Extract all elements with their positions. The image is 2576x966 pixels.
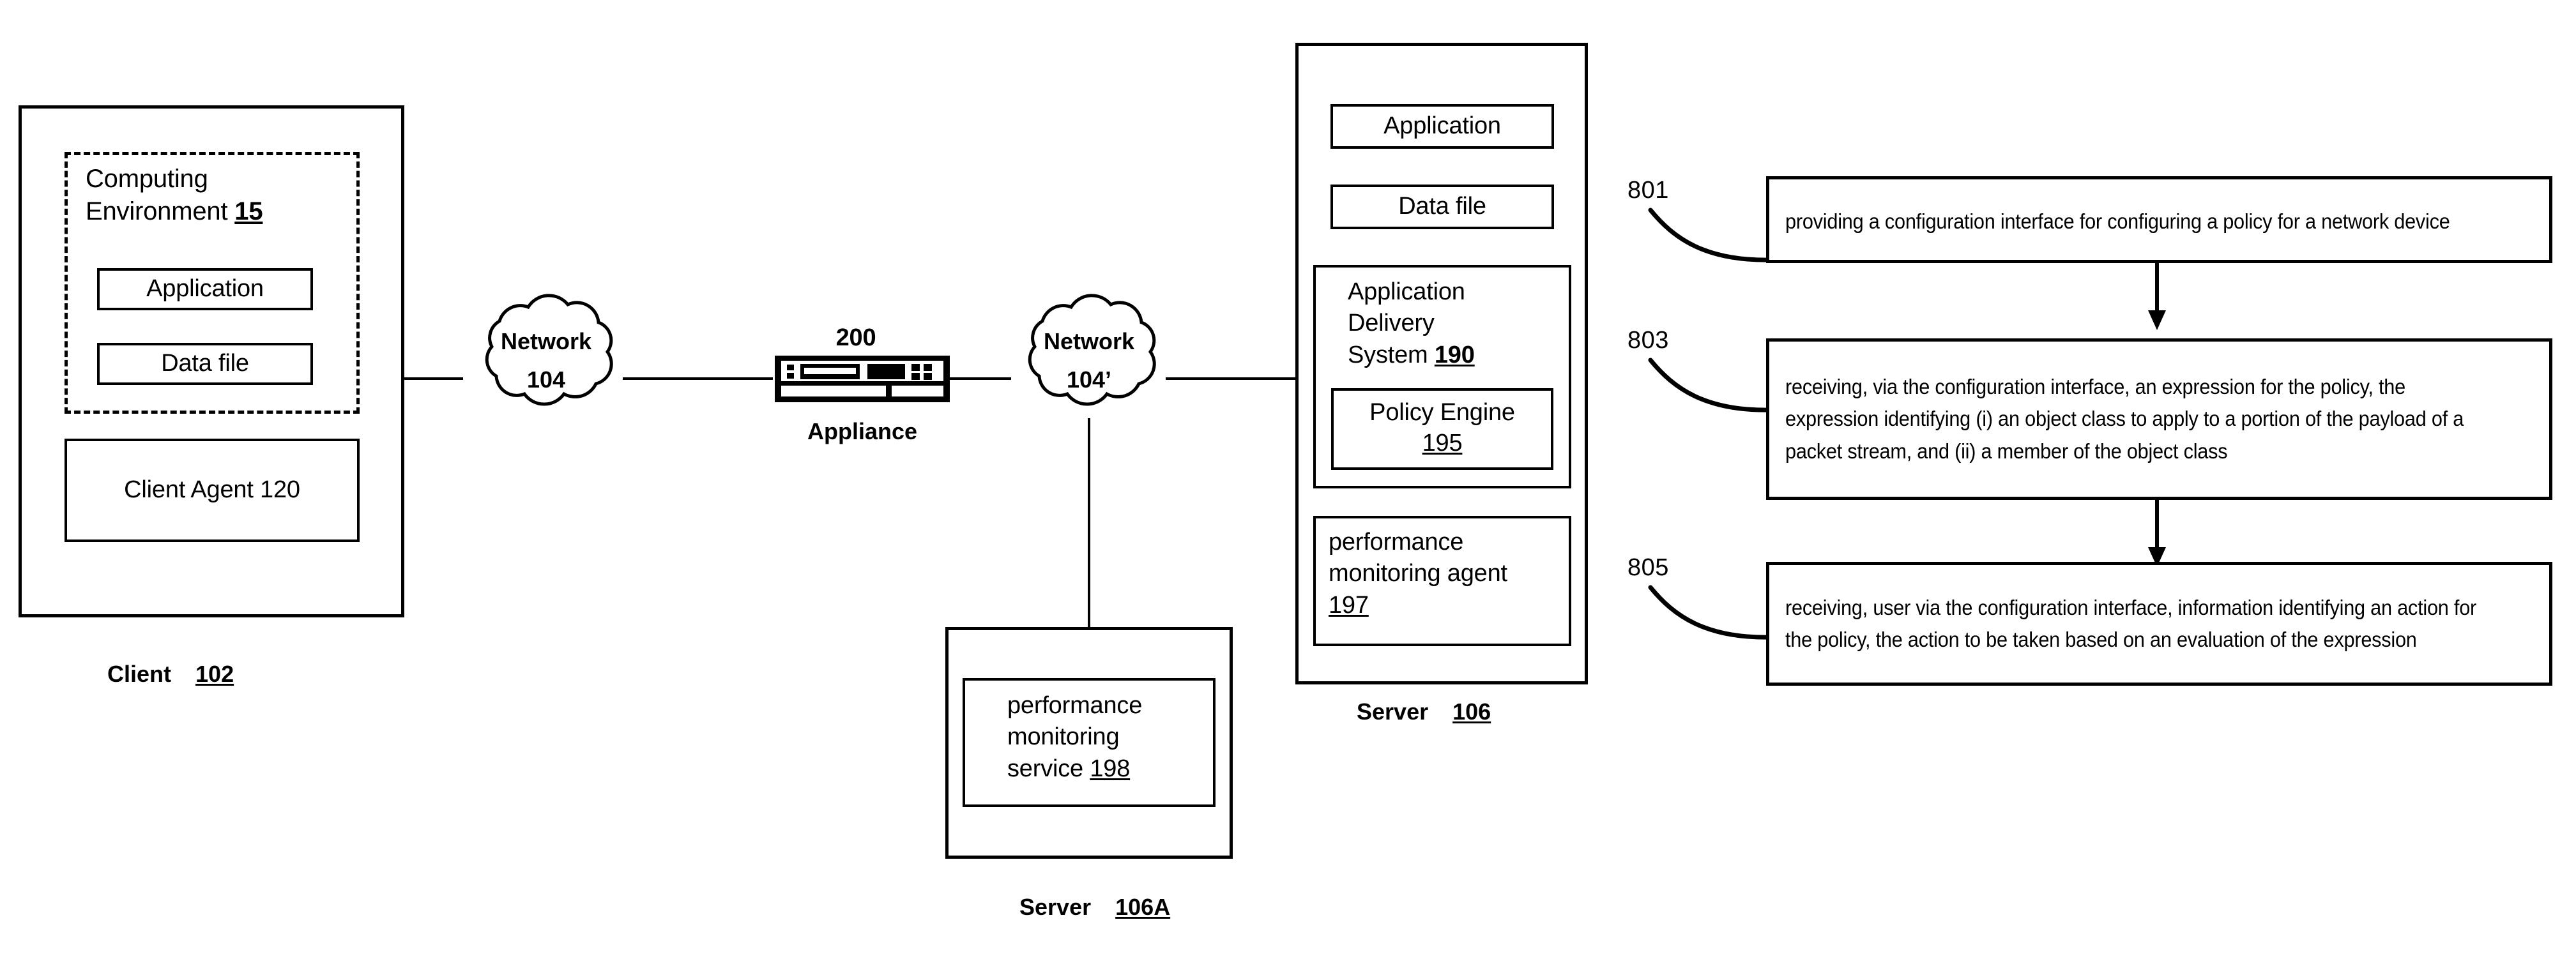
- flow-leader-801-icon: [1648, 208, 1776, 262]
- flow-ref-803: 803: [1627, 327, 1669, 354]
- appliance-icon: [775, 356, 950, 402]
- server-data-file-label: Data file: [1398, 193, 1486, 220]
- appliance-button-4: [924, 373, 932, 380]
- appliance-button-2: [924, 364, 932, 371]
- perf-service-line3-prefix: service: [1007, 755, 1090, 782]
- client-data-file-label: Data file: [161, 350, 249, 377]
- flow-ref-801: 801: [1627, 177, 1669, 204]
- appliance-ref: 200: [835, 324, 876, 351]
- cloud-shape-icon: [1028, 294, 1156, 406]
- appliance-label: Appliance: [807, 418, 918, 444]
- application-delivery-system-title: Application Delivery System 190: [1348, 276, 1565, 371]
- server-106-caption-ref: 106: [1452, 698, 1491, 725]
- client-agent-box: Client Agent 120: [65, 439, 360, 542]
- appliance-lower-bay-left: [781, 386, 886, 396]
- client-application-box: Application: [97, 268, 313, 310]
- perf-service-line1: performance: [1007, 692, 1143, 719]
- policy-engine-title: Policy Engine 195: [1331, 398, 1553, 459]
- flow-ref-805: 805: [1627, 554, 1669, 581]
- perf-monitoring-agent-text: performance monitoring agent 197: [1329, 527, 1565, 621]
- appliance-display-panel: [867, 364, 905, 379]
- client-data-file-box: Data file: [97, 343, 313, 385]
- client-caption-ref: 102: [195, 661, 234, 687]
- server-106-caption: Server 106: [1357, 698, 1491, 725]
- appliance-led-1: [787, 365, 794, 370]
- flow-leader-805-icon: [1648, 585, 1776, 640]
- appliance-led-2: [787, 373, 794, 379]
- perf-agent-line1: performance: [1329, 529, 1464, 555]
- computing-environment-ref: 15: [234, 197, 263, 226]
- perf-agent-ref: 197: [1329, 591, 1369, 619]
- ads-line1: Application: [1348, 278, 1465, 305]
- perf-service-line2: monitoring: [1007, 723, 1120, 751]
- flow-step-805-text: receiving, user via the configuration in…: [1785, 595, 2477, 651]
- appliance-slot-inner: [804, 368, 856, 374]
- link-network104p-to-server106: [1166, 377, 1297, 380]
- patent-figure-canvas: Computing Environment 15 Application Dat…: [0, 0, 2576, 966]
- flow-step-801-text-wrap: providing a configuration interface for …: [1785, 186, 2536, 257]
- link-network104p-to-server106a: [1088, 418, 1090, 627]
- flow-step-801-text: providing a configuration interface for …: [1785, 209, 2450, 233]
- network-104-cloud: Network 104: [453, 291, 639, 425]
- network-104p-cloud: Network 104’: [996, 291, 1182, 425]
- client-caption: Client 102: [107, 661, 234, 688]
- client-agent-label: Client Agent 120: [124, 476, 300, 504]
- server-106-caption-label: Server: [1357, 698, 1429, 725]
- appliance-button-1: [911, 364, 920, 371]
- server-application-label: Application: [1383, 112, 1501, 140]
- computing-environment-title-line2: Environment: [86, 197, 228, 226]
- flow-step-805-text-wrap: receiving, user via the configuration in…: [1785, 572, 2536, 675]
- perf-monitoring-service-text: performance monitoring service 198: [1007, 690, 1218, 785]
- client-application-label: Application: [146, 275, 264, 303]
- flow-step-803-text: receiving, via the configuration interfa…: [1785, 375, 2464, 463]
- server-data-file-box: Data file: [1330, 185, 1554, 229]
- client-caption-label: Client: [107, 661, 172, 687]
- server-106a-caption-ref: 106A: [1115, 894, 1171, 920]
- ads-line2: Delivery: [1348, 310, 1435, 337]
- ads-line3: System: [1348, 341, 1428, 368]
- server-106a-caption-label: Server: [1019, 894, 1092, 920]
- perf-agent-line2: monitoring agent: [1329, 560, 1507, 587]
- server-106a-caption: Server 106A: [1019, 894, 1170, 921]
- computing-environment-title: Computing Environment 15: [86, 163, 354, 228]
- policy-engine-ref: 195: [1422, 429, 1463, 457]
- ads-ref: 190: [1434, 341, 1475, 368]
- flow-step-803-text-wrap: receiving, via the configuration interfa…: [1785, 349, 2536, 490]
- flow-arrow-803-to-805-icon: [2148, 500, 2166, 567]
- computing-environment-title-line1: Computing: [86, 165, 208, 193]
- appliance-lower-bay-right: [892, 386, 943, 396]
- cloud-shape-icon: [485, 294, 613, 406]
- server-application-box: Application: [1330, 104, 1554, 149]
- link-network104-to-appliance: [623, 377, 773, 380]
- appliance-button-3: [911, 373, 920, 380]
- policy-engine-label: Policy Engine: [1369, 399, 1515, 426]
- flow-arrow-801-to-803-icon: [2148, 263, 2166, 330]
- perf-service-ref: 198: [1090, 755, 1131, 782]
- flow-leader-803-icon: [1648, 358, 1776, 412]
